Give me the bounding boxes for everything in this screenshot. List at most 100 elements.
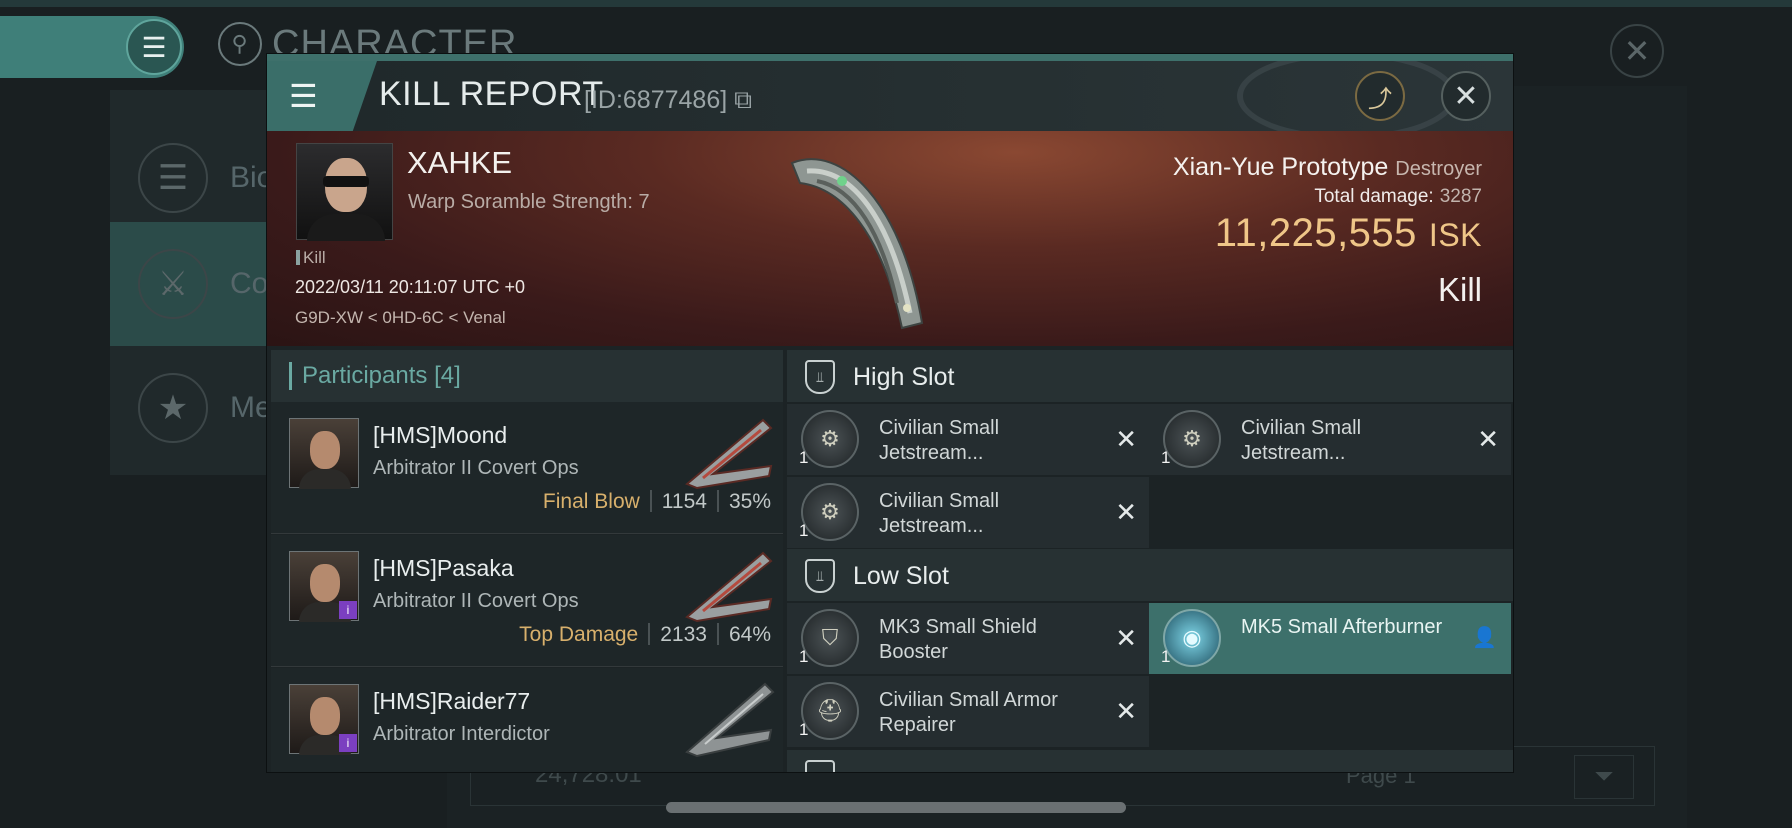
kill-tag-text: Kill xyxy=(303,248,326,267)
avatar-body xyxy=(299,469,351,489)
participants-panel[interactable]: Participants [4] [HMS]Moond Arbitrator I… xyxy=(271,350,783,772)
top-border xyxy=(0,0,1792,7)
final-blow-label: Final Blow xyxy=(542,490,640,513)
crossed-swords-icon: ⚔ xyxy=(138,249,208,319)
total-damage: Total damage: 3287 xyxy=(1314,186,1482,208)
module-slot[interactable]: ⛉ 1 MK3 Small Shield Booster ✕ xyxy=(787,603,1149,674)
filter-icon[interactable]: ⏷ xyxy=(1574,755,1634,799)
divider xyxy=(716,623,719,645)
destroyed-icon: ✕ xyxy=(1115,696,1137,726)
warp-strength: Warp Soramble Strength: 7 xyxy=(408,191,650,213)
sidebar-item-medals[interactable]: ★ Me xyxy=(110,346,272,470)
participant-ship: Arbitrator Interdictor xyxy=(373,723,550,745)
ship-name[interactable]: Xian-Yue Prototype Destroyer xyxy=(1173,153,1482,182)
module-quantity: 1 xyxy=(799,448,809,467)
fitting-panel[interactable]: ⫫ High Slot ⚙ 1 Civilian Small Jetstream… xyxy=(787,350,1513,772)
portrait-body xyxy=(307,214,385,241)
module-slot[interactable]: ⚙ 1 Civilian Small Jetstream... ✕ xyxy=(787,477,1149,548)
background-close-button[interactable]: ✕ xyxy=(1610,24,1664,78)
modal-title: KILL REPORT xyxy=(379,75,604,113)
participant-damage: 1154 xyxy=(661,490,707,513)
other-slot-icon: ⫫ xyxy=(805,760,835,772)
participant-row[interactable]: i [HMS]Pasaka Arbitrator II Covert Ops T… xyxy=(271,535,783,667)
module-slot[interactable]: ⚙ 1 Civilian Small Jetstream... ✕ xyxy=(787,404,1149,475)
kill-id-text: [ID:6877486] xyxy=(584,86,728,114)
top-damage-label: Top Damage xyxy=(519,623,639,646)
divider xyxy=(649,490,652,512)
participant-row[interactable]: i [HMS]Raider77 Arbitrator Interdictor xyxy=(271,668,783,772)
sidebar-item-combat[interactable]: ⚔ Co xyxy=(110,222,270,346)
shield-booster-icon: ⛉ xyxy=(801,609,859,667)
participant-percent: 64% xyxy=(728,623,771,646)
total-damage-value: 3287 xyxy=(1439,186,1482,207)
close-icon: ✕ xyxy=(1453,79,1479,113)
kill-location[interactable]: G9D-XW < 0HD-6C < Venal xyxy=(295,308,506,328)
ship-class: Destroyer xyxy=(1395,158,1482,180)
character-icon: ⚲ xyxy=(218,22,262,66)
participants-header: Participants [4] xyxy=(271,350,783,402)
participant-avatar[interactable]: i xyxy=(289,551,359,622)
participant-stats: Top Damage 2133 64% xyxy=(519,623,771,647)
participants-count: [4] xyxy=(434,362,461,389)
corp-badge-icon: i xyxy=(339,601,357,619)
list-icon: ☰ xyxy=(138,143,208,213)
kill-banner: XAHKE Warp Soramble Strength: 7 Kill 202… xyxy=(267,131,1513,346)
participant-name: [HMS]Raider77 xyxy=(373,688,531,714)
corp-badge-icon: i xyxy=(339,734,357,752)
destroyed-icon: ✕ xyxy=(1115,497,1137,527)
module-slot[interactable]: ⛑ 1 Civilian Small Armor Repairer ✕ xyxy=(787,676,1149,747)
share-icon: ⤴ xyxy=(1368,85,1392,113)
app-root: ☰ ⚲ CHARACTER ✕ ☰ Bio ⚔ Co ★ Me 24,728.0… xyxy=(0,0,1792,828)
jetstream-module-icon: ⚙ xyxy=(1163,410,1221,468)
kill-tag: Kill xyxy=(296,248,326,268)
module-slot[interactable]: ⚙ 1 Civilian Small Jetstream... ✕ xyxy=(1149,404,1511,475)
person-icon: 👤 xyxy=(1472,627,1497,649)
jetstream-module-icon: ⚙ xyxy=(801,410,859,468)
share-button[interactable]: ⤴ xyxy=(1355,71,1405,121)
participant-ship: Arbitrator II Covert Ops xyxy=(373,457,579,479)
high-slot-header: ⫫ High Slot xyxy=(787,350,1513,402)
background-menu-button[interactable]: ☰ xyxy=(0,16,184,78)
module-name: MK3 Small Shield Booster xyxy=(879,616,1037,663)
participant-damage: 2133 xyxy=(660,623,707,646)
tag-marker xyxy=(296,250,300,265)
module-name: MK5 Small Afterburner xyxy=(1241,616,1443,638)
participant-avatar[interactable]: i xyxy=(289,684,359,755)
high-slot-icon: ⫫ xyxy=(805,360,835,394)
module-quantity: 1 xyxy=(1161,448,1171,467)
destroyed-icon: ✕ xyxy=(1115,424,1137,454)
portrait-glasses xyxy=(323,176,369,187)
participant-ship: Arbitrator II Covert Ops xyxy=(373,590,579,612)
participant-row[interactable]: [HMS]Moond Arbitrator II Covert Ops Fina… xyxy=(271,402,783,534)
horizontal-scrollbar[interactable] xyxy=(666,802,1126,813)
participant-percent: 35% xyxy=(728,490,771,513)
arbitrator-ship-icon xyxy=(685,418,773,490)
low-slot-header: ⫫ Low Slot xyxy=(787,549,1513,601)
participant-name: [HMS]Pasaka xyxy=(373,555,514,581)
module-quantity: 1 xyxy=(1161,647,1171,666)
jetstream-module-icon: ⚙ xyxy=(801,483,859,541)
station-decoration xyxy=(1237,61,1457,131)
avatar-face xyxy=(310,697,340,735)
close-button[interactable]: ✕ xyxy=(1441,71,1491,121)
participant-avatar[interactable] xyxy=(289,418,359,489)
victim-name[interactable]: XAHKE xyxy=(407,145,512,181)
afterburner-icon: ◉ xyxy=(1163,609,1221,667)
ship-name-text: Xian-Yue Prototype xyxy=(1172,153,1389,181)
kill-id[interactable]: [ID:6877486] ⧉ xyxy=(584,86,752,115)
header-marker xyxy=(289,362,292,390)
destroyer-ship-image xyxy=(790,158,924,330)
isk-unit: ISK xyxy=(1428,217,1482,253)
victim-portrait[interactable] xyxy=(296,143,393,241)
avatar-face xyxy=(310,564,340,602)
modal-menu-button[interactable]: ☰ xyxy=(267,61,377,131)
star-icon: ★ xyxy=(138,373,208,443)
modal-header: ☰ KILL REPORT [ID:6877486] ⧉ ⤴ ✕ xyxy=(267,61,1513,131)
arbitrator-ship-icon xyxy=(685,551,773,623)
total-damage-label: Total damage: xyxy=(1314,186,1434,207)
module-slot-dropped[interactable]: ◉ 1 MK5 Small Afterburner 👤 xyxy=(1149,603,1511,674)
module-name: Civilian Small Jetstream... xyxy=(879,490,1000,537)
menu-icon: ☰ xyxy=(289,78,318,114)
kill-report-modal: ☰ KILL REPORT [ID:6877486] ⧉ ⤴ ✕ XAHKE W… xyxy=(267,54,1513,772)
module-quantity: 1 xyxy=(799,647,809,666)
